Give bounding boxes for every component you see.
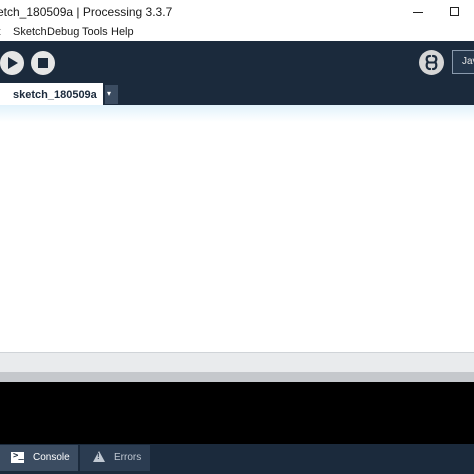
errors-tab[interactable]: Errors xyxy=(80,445,150,471)
code-editor[interactable] xyxy=(0,105,474,352)
toolbar: Jav xyxy=(0,41,474,82)
menu-sketch[interactable]: Sketch xyxy=(13,26,47,38)
run-button[interactable] xyxy=(0,51,24,75)
stop-button[interactable] xyxy=(31,51,55,75)
stop-icon xyxy=(38,58,48,68)
window-title: etch_180509a | Processing 3.3.7 xyxy=(0,5,173,19)
menu-bar: it Sketch Debug Tools Help xyxy=(0,24,474,41)
menu-debug[interactable]: Debug xyxy=(47,26,79,38)
console-output[interactable] xyxy=(0,382,474,444)
console-tab-label: Console xyxy=(33,452,70,463)
maximize-icon[interactable] xyxy=(440,0,470,24)
menu-help[interactable]: Help xyxy=(111,26,134,38)
console-tab[interactable]: >_ Console xyxy=(0,445,78,471)
processing-ide-window: etch_180509a | Processing 3.3.7 it Sketc… xyxy=(0,0,474,474)
mode-label: Jav xyxy=(462,56,474,67)
play-icon xyxy=(8,57,18,69)
tab-menu-button[interactable]: ▾ xyxy=(105,85,118,104)
editor-top-shade xyxy=(0,105,474,122)
debug-button[interactable] xyxy=(419,50,444,75)
console-icon: >_ xyxy=(11,451,24,463)
debugger-icon xyxy=(425,54,438,71)
tab-label: sketch_180509a xyxy=(13,89,97,101)
menu-tools[interactable]: Tools xyxy=(82,26,108,38)
tab-sketch[interactable]: sketch_180509a xyxy=(0,83,103,105)
tab-strip: sketch_180509a ▾ xyxy=(0,82,474,105)
status-bar xyxy=(0,352,474,372)
console-splitter[interactable] xyxy=(0,372,474,382)
warning-icon xyxy=(93,451,105,462)
console-icon-glyph: >_ xyxy=(13,451,24,461)
minimize-icon[interactable] xyxy=(403,0,433,24)
footer-tabs: >_ Console Errors xyxy=(0,444,474,474)
errors-tab-label: Errors xyxy=(114,452,142,463)
mode-selector[interactable]: Jav xyxy=(452,50,474,74)
menu-edit[interactable]: it xyxy=(0,26,1,38)
window-title-bar: etch_180509a | Processing 3.3.7 xyxy=(0,0,474,24)
chevron-down-icon: ▾ xyxy=(107,89,112,98)
